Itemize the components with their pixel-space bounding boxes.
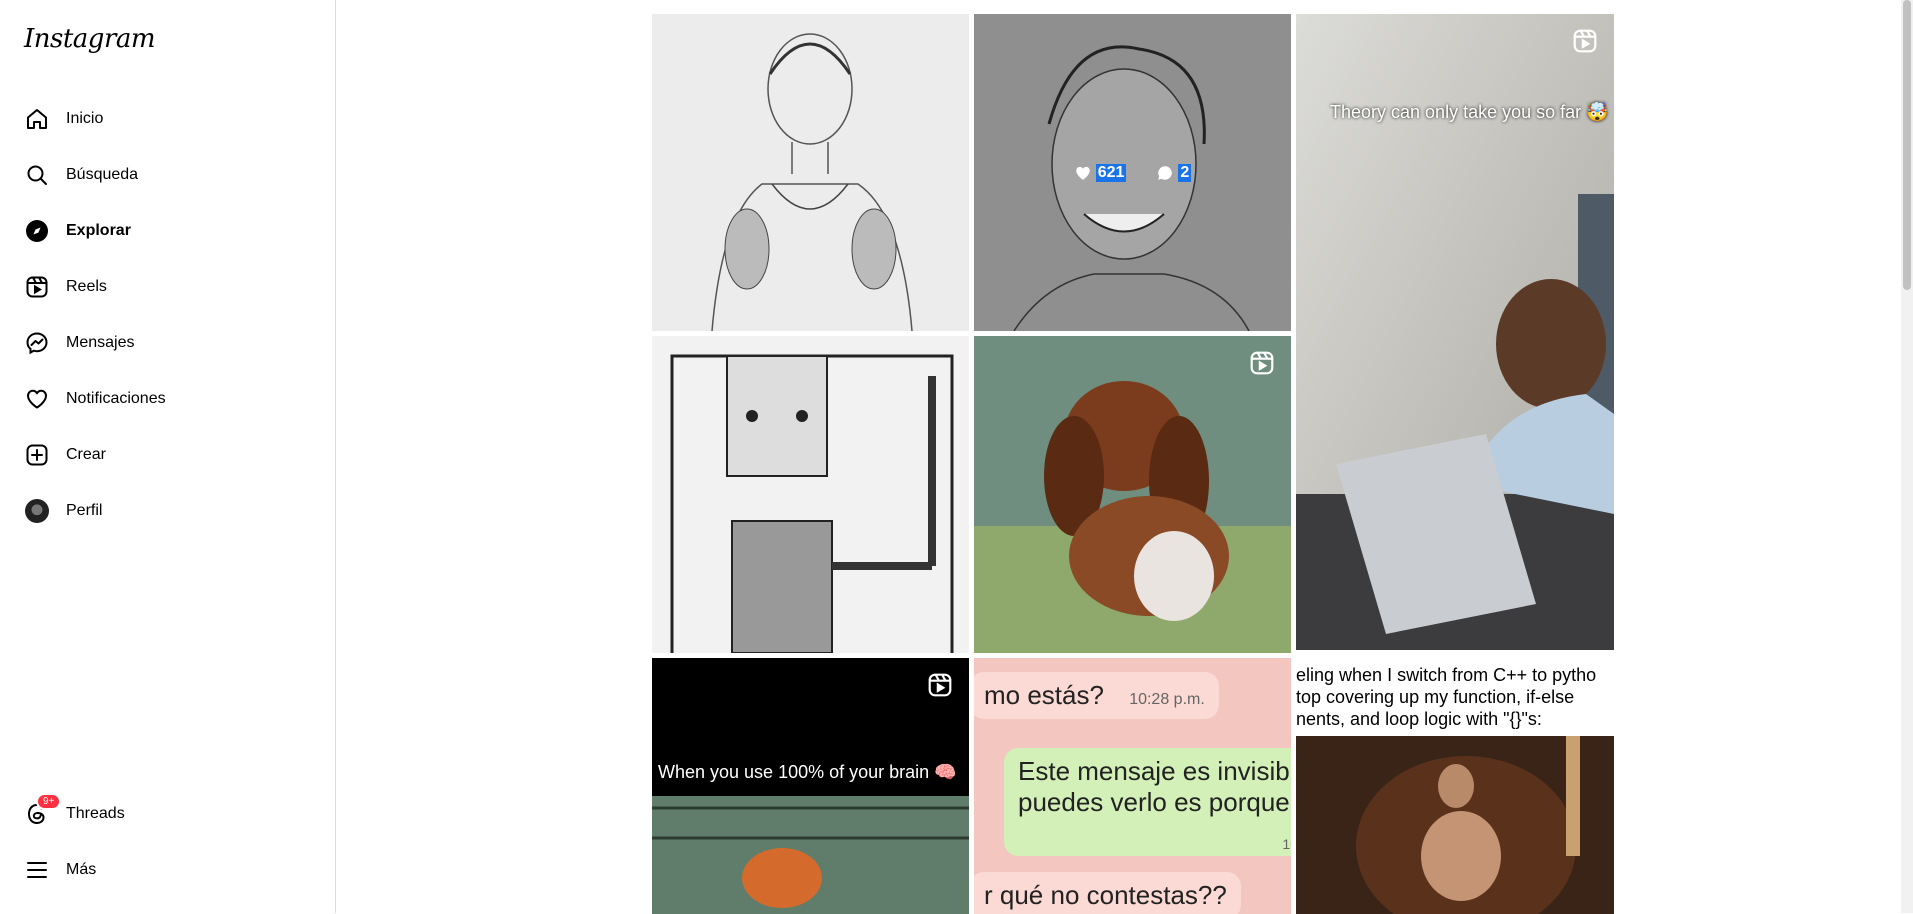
explore-tile-reel[interactable]: When you use 100% of your brain 🧠 <box>652 658 969 914</box>
chat-text: r qué no contestas?? <box>984 880 1227 910</box>
reels-icon <box>1249 350 1275 381</box>
meme-line: eling when I switch from C++ to pytho <box>1296 665 1597 685</box>
avatar <box>25 499 49 523</box>
reels-icon <box>1572 28 1598 59</box>
explore-tile-post[interactable] <box>652 336 969 653</box>
sidebar-item-label: Inicio <box>66 110 104 127</box>
likes: 621 <box>1074 163 1127 182</box>
notification-badge: 9+ <box>36 793 62 810</box>
chat-text: puedes verlo es porque <box>1018 787 1290 817</box>
sidebar-item-mensajes[interactable]: Mensajes <box>12 319 322 367</box>
chat-bubble-received: mo estás? 10:28 p.m. <box>974 672 1219 719</box>
explore-tile-reel[interactable]: Theory can only take you so far 🤯 <box>1296 14 1614 650</box>
comment-icon <box>1158 165 1173 180</box>
reel-caption: When you use 100% of your brain 🧠 <box>658 762 957 782</box>
comment-count: 2 <box>1178 163 1192 182</box>
home-icon <box>24 106 50 132</box>
like-count: 621 <box>1095 163 1127 182</box>
sidebar-item-label: Búsqueda <box>66 166 139 183</box>
chat-time: 10 <box>1282 836 1291 852</box>
post-image <box>652 14 969 331</box>
explore-tile-post[interactable]: 621 2 <box>974 14 1291 331</box>
sidebar-item-label: Más <box>66 861 97 878</box>
sidebar-item-label: Threads <box>66 805 125 822</box>
scrollbar-thumb[interactable] <box>1903 0 1911 290</box>
reels-icon <box>927 672 953 703</box>
chat-time: 10:28 p.m. <box>1129 691 1205 708</box>
sidebar-item-inicio[interactable]: Inicio <box>12 95 322 143</box>
sidebar-item-busqueda[interactable]: Búsqueda <box>12 151 322 199</box>
chat-text: Este mensaje es invisibl <box>1018 756 1291 786</box>
sidebar-item-threads[interactable]: 9+ Threads <box>12 790 322 838</box>
sidebar-item-reels[interactable]: Reels <box>12 263 322 311</box>
explore-grid: 621 2 Theory can only take you so far 🤯 <box>652 14 1614 914</box>
sidebar-item-label: Reels <box>66 278 107 295</box>
reel-caption: Theory can only take you so far 🤯 <box>1330 102 1609 122</box>
sidebar-item-perfil[interactable]: Perfil <box>12 487 322 535</box>
chat-text: mo estás? <box>984 680 1104 710</box>
chat-bubble-sent: Este mensaje es invisibl puedes verlo es… <box>1004 748 1291 856</box>
compass-icon <box>24 218 50 244</box>
messenger-icon <box>24 330 50 356</box>
scrollbar[interactable] <box>1901 0 1913 913</box>
sidebar-item-notificaciones[interactable]: Notificaciones <box>12 375 322 423</box>
heart-icon <box>24 386 50 412</box>
sidebar-item-explorar[interactable]: Explorar <box>12 207 322 255</box>
search-icon <box>24 162 50 188</box>
reels-icon <box>24 274 50 300</box>
sidebar: Instagram Inicio Búsqueda Explorar Reels… <box>0 0 336 913</box>
reel-thumbnail <box>652 658 969 914</box>
explore-tile-post[interactable]: mo estás? 10:28 p.m. Este mensaje es inv… <box>974 658 1291 914</box>
comments: 2 <box>1156 163 1192 182</box>
sidebar-item-crear[interactable]: Crear <box>12 431 322 479</box>
explore-tile-post[interactable]: eling when I switch from C++ to pytho to… <box>1296 658 1614 914</box>
sidebar-item-label: Notificaciones <box>66 390 166 407</box>
meme-text: eling when I switch from C++ to pytho to… <box>1296 664 1596 730</box>
sidebar-item-label: Crear <box>66 446 107 463</box>
post-image <box>652 336 969 653</box>
instagram-logo[interactable]: Instagram <box>24 24 156 54</box>
menu-icon <box>24 857 50 883</box>
sidebar-item-label: Mensajes <box>66 334 135 351</box>
meme-line: nents, and loop logic with "{}"s: <box>1296 709 1542 729</box>
sidebar-item-label: Perfil <box>66 502 103 519</box>
sidebar-item-label: Explorar <box>66 222 131 239</box>
reel-thumbnail <box>974 336 1291 653</box>
plus-square-icon <box>24 442 50 468</box>
sidebar-item-mas[interactable]: Más <box>12 846 322 894</box>
explore-tile-post[interactable] <box>652 14 969 331</box>
meme-image <box>1296 736 1614 914</box>
avatar-wrapper <box>24 498 50 524</box>
explore-tile-reel[interactable] <box>974 336 1291 653</box>
chat-bubble-received: r qué no contestas?? <box>974 872 1241 914</box>
heart-icon <box>1075 166 1090 180</box>
threads-icon: 9+ <box>24 793 62 827</box>
hover-stats: 621 2 <box>974 14 1291 331</box>
meme-line: top covering up my function, if-else <box>1296 687 1575 707</box>
